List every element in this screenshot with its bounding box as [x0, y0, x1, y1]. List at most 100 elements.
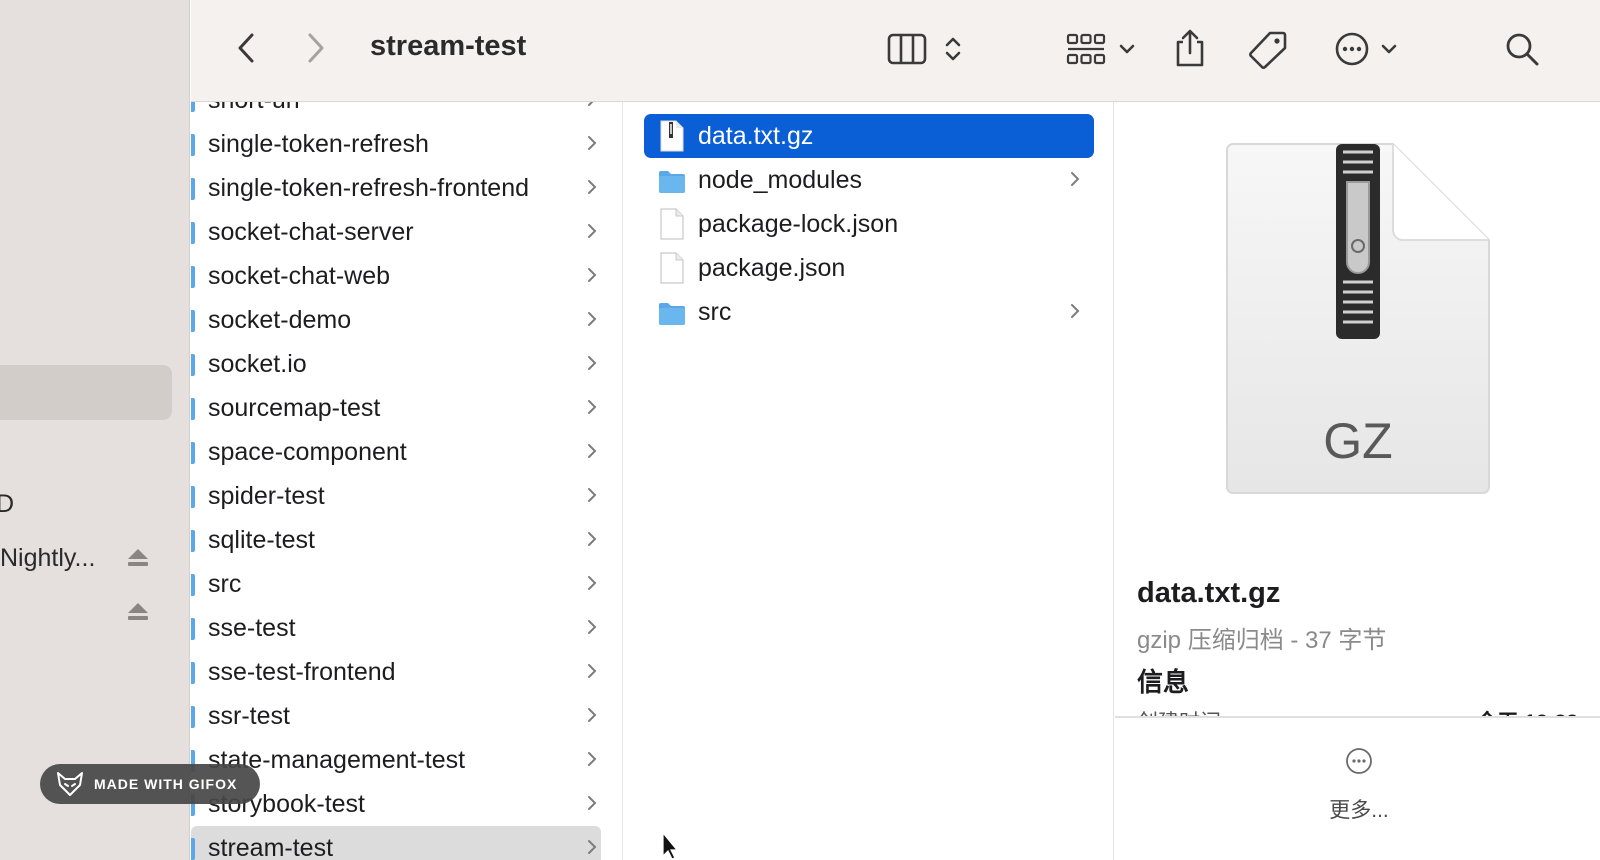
list-item-label: stream-test [208, 834, 334, 860]
search-button[interactable] [1501, 28, 1543, 70]
folder-icon [191, 310, 195, 332]
grid-group-icon [1066, 33, 1106, 65]
list-item[interactable]: socket-chat-server [191, 210, 622, 254]
file-row-node-modules[interactable]: node_modules [644, 158, 1094, 202]
list-item[interactable]: single-token-refresh-frontend [191, 166, 622, 210]
chevron-right-icon [588, 664, 597, 678]
chevron-right-icon [588, 356, 597, 370]
file-row-package-json[interactable]: package.json [644, 246, 1094, 290]
share-icon [1176, 29, 1204, 67]
group-button[interactable] [1061, 28, 1141, 70]
chevron-right-icon [588, 312, 597, 326]
folder-icon [191, 486, 195, 508]
list-item[interactable]: src [191, 562, 622, 606]
list-item[interactable]: socket-chat-web [191, 254, 622, 298]
chevron-right-icon [588, 268, 597, 282]
window-title: stream-test [370, 30, 527, 62]
list-item[interactable]: sse-test [191, 606, 622, 650]
preview-pane: GZ data.txt.gz gzip 压缩归档 - 37 字节 信息 创建时间… [1115, 102, 1600, 860]
folder-icon [191, 222, 195, 244]
info-heading: 信息 [1137, 667, 1190, 697]
search-icon [1506, 33, 1539, 66]
file-row-src[interactable]: src [644, 290, 1094, 334]
chevron-right-icon [588, 444, 597, 458]
chevron-right-icon [588, 708, 597, 722]
folder-icon [191, 618, 195, 640]
file-name: data.txt.gz [698, 122, 814, 150]
tag-icon [1249, 31, 1287, 69]
chevron-right-icon [588, 180, 597, 194]
file-row-data-txt-gz[interactable]: data.txt.gz [644, 114, 1094, 158]
list-item-label: space-component [208, 438, 407, 466]
list-item[interactable]: single-token-refresh [191, 122, 622, 166]
file-name: node_modules [698, 166, 863, 194]
folder-icon [191, 354, 195, 376]
folder-column[interactable]: short-url single-token-refresh single-to… [191, 102, 623, 860]
file-row-package-lock[interactable]: package-lock.json [644, 202, 1094, 246]
list-item-label: sqlite-test [208, 526, 315, 554]
list-item-label: spider-test [208, 482, 325, 510]
list-item-label: socket-chat-web [208, 262, 391, 290]
folder-icon [191, 102, 195, 112]
forward-button[interactable] [299, 30, 333, 66]
folder-icon [191, 838, 195, 860]
file-name: package-lock.json [698, 210, 899, 238]
view-mode-button[interactable] [881, 28, 971, 70]
sidebar-item-label[interactable]: D [0, 490, 14, 519]
list-item-label: single-token-refresh-frontend [208, 174, 529, 202]
list-item-selected[interactable]: stream-test [191, 826, 601, 860]
toolbar: stream-test [191, 0, 1600, 102]
chevron-right-icon [588, 796, 597, 810]
back-button[interactable] [229, 30, 263, 66]
list-item[interactable]: short-url [191, 102, 622, 122]
chevron-left-icon [238, 33, 254, 63]
chevron-right-icon [588, 840, 597, 854]
list-item[interactable]: ssr-test [191, 694, 622, 738]
list-item-label: sse-test-frontend [208, 658, 396, 686]
chevron-right-icon [588, 224, 597, 238]
list-item[interactable]: space-component [191, 430, 622, 474]
chevron-right-icon [588, 620, 597, 634]
chevron-right-icon [588, 136, 597, 150]
folder-icon [659, 171, 685, 193]
share-button[interactable] [1169, 26, 1211, 70]
list-item-label: short-url [208, 102, 300, 115]
sidebar: D Nightly... [0, 0, 190, 860]
chevron-right-icon [588, 400, 597, 414]
list-item[interactable]: sourcemap-test [191, 386, 622, 430]
gifox-watermark: MADE WITH GIFOX [40, 764, 260, 804]
folder-icon [659, 303, 685, 325]
list-item-label: single-token-refresh [208, 130, 429, 158]
file-name: src [698, 298, 732, 326]
list-item[interactable]: spider-test [191, 474, 622, 518]
list-item[interactable]: socket.io [191, 342, 622, 386]
tag-button[interactable] [1246, 27, 1290, 71]
more-button[interactable]: 更多... [1309, 747, 1409, 827]
eject-icon[interactable] [127, 549, 149, 569]
chevron-right-icon [588, 488, 597, 502]
folder-icon [191, 442, 195, 464]
ellipsis-circle-icon [1346, 748, 1372, 774]
folder-icon [191, 266, 195, 288]
list-item-label: socket.io [208, 350, 307, 378]
eject-icon[interactable] [127, 603, 149, 623]
list-item[interactable]: sse-test-frontend [191, 650, 622, 694]
sidebar-item-label[interactable]: Nightly... [0, 544, 95, 573]
list-item[interactable]: socket-demo [191, 298, 622, 342]
folder-icon [191, 662, 195, 684]
sidebar-selected-item[interactable] [0, 365, 172, 420]
watermark-text: MADE WITH GIFOX [94, 776, 238, 792]
chevron-down-icon [1381, 44, 1397, 54]
archive-preview-icon: GZ [1226, 143, 1490, 494]
mouse-cursor-icon [662, 832, 678, 860]
chevron-right-icon [588, 102, 594, 106]
archive-file-icon [660, 120, 684, 152]
chevron-right-icon [1071, 304, 1080, 318]
file-column[interactable]: data.txt.gz node_modules package-lock.js… [624, 102, 1114, 860]
list-item[interactable]: sqlite-test [191, 518, 622, 562]
chevron-right-icon [588, 532, 597, 546]
preview-file-name: data.txt.gz [1137, 577, 1281, 609]
folder-icon [191, 178, 195, 200]
folder-icon [191, 398, 195, 420]
more-actions-button[interactable] [1331, 28, 1401, 70]
